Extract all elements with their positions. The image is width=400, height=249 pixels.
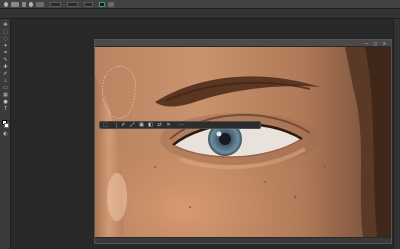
portrait-photo: [95, 47, 391, 237]
mask-icon[interactable]: ▣: [139, 122, 144, 128]
marquee-icon[interactable]: ⬚: [3, 30, 8, 35]
options-bar: [0, 0, 400, 9]
dodge-icon[interactable]: ●: [3, 100, 8, 105]
quick-select-icon[interactable]: ✦: [3, 44, 8, 49]
window-controls[interactable]: — ▢ ✕: [364, 41, 388, 46]
photoshop-window: ✥ ⬚ ◌ ✦ ⌗ ✎ ✚ ✐ ⊥ ▭ ▦ ● T ✋ ◐ — ▢ ✕: [0, 0, 400, 249]
gradient-icon[interactable]: ▦: [3, 93, 8, 98]
document-tab-bar: [0, 9, 400, 19]
option-field-2[interactable]: [67, 1, 78, 7]
option-field-1[interactable]: [50, 1, 61, 7]
select-icon[interactable]: ⬚: [103, 122, 108, 128]
move-icon[interactable]: ✥: [3, 23, 8, 28]
quick-mask-icon[interactable]: ◐: [3, 132, 8, 137]
transform-icon[interactable]: ⤢: [130, 122, 135, 128]
taskbar-divider: [116, 122, 117, 128]
pressure-icon[interactable]: [108, 1, 114, 7]
deselect-icon[interactable]: ✕: [166, 122, 171, 128]
home-icon[interactable]: [11, 1, 19, 7]
sample-swatch[interactable]: [99, 1, 105, 7]
document-title-bar[interactable]: — ▢ ✕: [95, 40, 391, 47]
invert-icon[interactable]: ⇄: [157, 122, 162, 128]
fill-icon[interactable]: ◧: [148, 122, 153, 128]
document-window: — ▢ ✕: [94, 39, 392, 244]
tool-preset-icon[interactable]: [4, 1, 8, 7]
canvas-photo[interactable]: [95, 47, 391, 237]
document-status-bar: [95, 237, 391, 243]
background-color-swatch[interactable]: [4, 123, 9, 128]
lasso-icon[interactable]: ◌: [3, 37, 8, 42]
more-options-icon[interactable]: ⋯: [179, 122, 184, 128]
preset-picker[interactable]: [36, 1, 44, 7]
clone-stamp-icon[interactable]: ⊥: [3, 79, 8, 84]
option-field-3[interactable]: [84, 1, 93, 7]
brush-size-icon[interactable]: [22, 1, 26, 7]
brush-icon[interactable]: ✐: [3, 72, 8, 77]
eyedropper-icon[interactable]: ✎: [3, 58, 8, 63]
tools-panel: ✥ ⬚ ◌ ✦ ⌗ ✎ ✚ ✐ ⊥ ▭ ▦ ● T ✋ ◐: [0, 19, 11, 249]
healing-brush-icon[interactable]: ✚: [3, 65, 8, 70]
crop-icon[interactable]: ⌗: [3, 51, 8, 56]
right-panel-edge: [393, 19, 400, 249]
eraser-icon[interactable]: ▭: [3, 86, 8, 91]
select-subject-icon[interactable]: ✐: [121, 122, 126, 128]
contextual-task-bar: ⬚ ✐ ⤢ ▣ ◧ ⇄ ✕ ⋯: [99, 121, 261, 129]
type-icon[interactable]: T: [3, 107, 8, 112]
mode-icon[interactable]: [29, 1, 33, 7]
